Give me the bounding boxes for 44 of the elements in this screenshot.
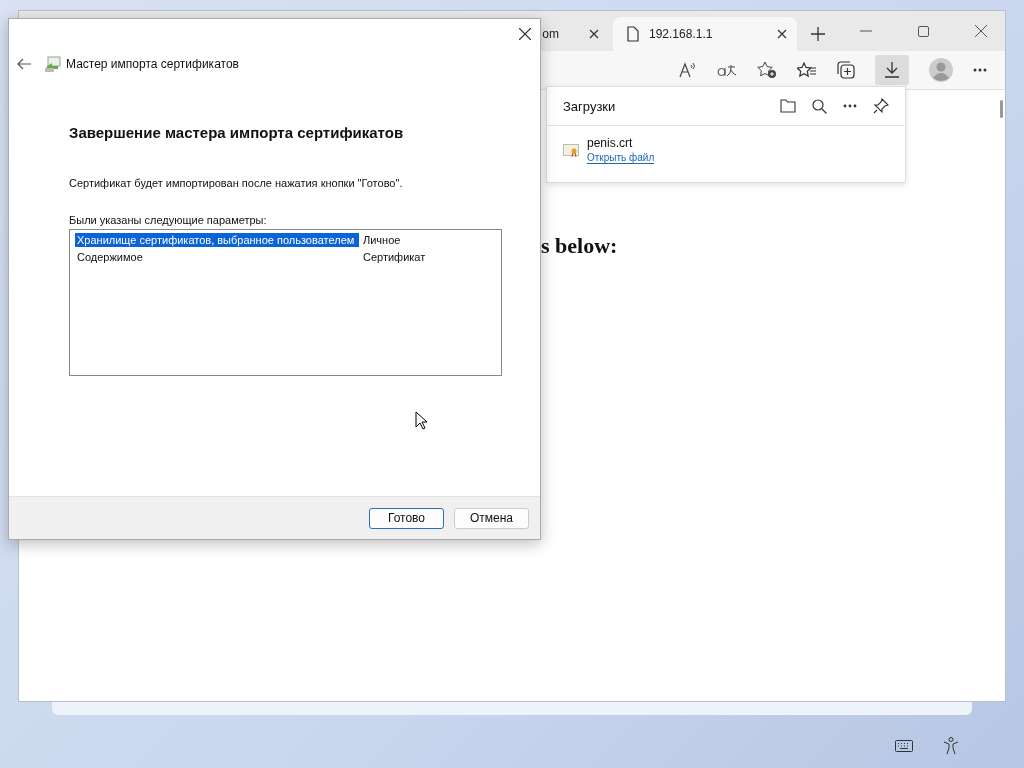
close-icon[interactable]	[777, 29, 787, 39]
collections-icon[interactable]	[837, 61, 855, 79]
read-aloud-icon[interactable]	[679, 62, 697, 78]
maximize-icon[interactable]	[918, 25, 929, 37]
finish-button[interactable]: Готово	[369, 507, 444, 529]
browser-tab[interactable]: 192.168.1.1	[613, 17, 797, 51]
wizard-heading: Завершение мастера импорта сертификатов	[69, 124, 404, 141]
certificate-icon	[563, 143, 579, 157]
add-favorite-icon[interactable]	[757, 61, 777, 79]
file-name: penis.crt	[587, 136, 634, 150]
list-value: Сертификат	[363, 250, 426, 263]
pin-icon[interactable]	[873, 98, 889, 114]
tab-title: 192.168.1.1	[649, 27, 714, 41]
panel-title: Загрузки	[563, 98, 616, 114]
more-icon[interactable]	[843, 104, 857, 108]
open-file-link[interactable]: Открыть файл	[587, 152, 655, 164]
favorites-icon[interactable]	[797, 62, 817, 78]
dialog-title: Мастер импорта сертификатов	[66, 57, 239, 71]
list-item[interactable]: Хранилище сертификатов, выбранное пользователем	[75, 232, 359, 247]
downloads-button[interactable]	[875, 55, 909, 85]
back-icon[interactable]	[17, 58, 31, 70]
translate-icon[interactable]	[717, 63, 737, 77]
tab-title: om	[542, 27, 559, 41]
avatar-icon[interactable]	[929, 58, 953, 82]
folder-icon[interactable]	[780, 99, 796, 113]
keyboard-icon[interactable]	[895, 740, 913, 752]
accessibility-icon[interactable]	[943, 737, 959, 755]
info-text: Сертификат будет импортирован после нажатия кнопки "Готово".	[69, 177, 403, 189]
scrollbar[interactable]	[1000, 100, 1003, 118]
more-icon[interactable]	[973, 68, 987, 72]
close-icon[interactable]	[519, 28, 531, 40]
new-tab-icon[interactable]	[811, 27, 825, 41]
page-icon	[627, 26, 639, 42]
close-icon[interactable]	[589, 29, 599, 39]
cancel-button[interactable]: Отмена	[454, 507, 529, 529]
list-item[interactable]: Содержимое	[75, 249, 359, 264]
list-label: Были указаны следующие параметры:	[69, 214, 267, 226]
page-heading: s below:	[541, 233, 618, 259]
close-icon[interactable]	[975, 25, 987, 37]
certificate-wizard-icon	[45, 56, 61, 72]
search-icon[interactable]	[812, 98, 827, 114]
download-icon	[885, 62, 899, 78]
list-value: Личное	[363, 233, 401, 246]
cursor-icon	[415, 411, 428, 430]
